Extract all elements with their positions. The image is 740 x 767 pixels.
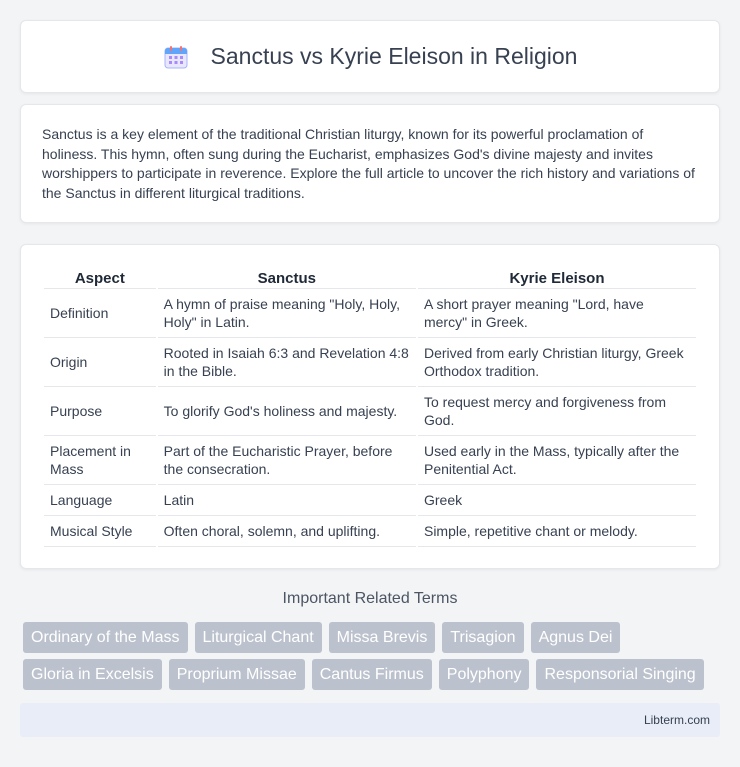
related-term-tag[interactable]: Polyphony (438, 659, 530, 690)
column-header-aspect: Aspect (44, 263, 156, 289)
table-cell: Purpose (44, 387, 156, 436)
table-cell: Derived from early Christian liturgy, Gr… (417, 338, 696, 387)
table-row: Purpose To glorify God's holiness and ma… (44, 387, 696, 436)
related-term-tag[interactable]: Liturgical Chant (194, 622, 322, 653)
table-cell: Latin (157, 485, 416, 516)
related-terms-title: Important Related Terms (282, 590, 458, 607)
table-cell: Language (44, 485, 156, 516)
related-term-tag[interactable]: Responsorial Singing (536, 659, 704, 690)
table-cell: To request mercy and forgiveness from Go… (417, 387, 696, 436)
related-term-tag[interactable]: Agnus Dei (530, 622, 621, 653)
table-row: Placement in Mass Part of the Eucharisti… (44, 436, 696, 485)
related-term-tag[interactable]: Cantus Firmus (311, 659, 432, 690)
page-title: Sanctus vs Kyrie Eleison in Religion (210, 43, 578, 69)
footer: Libterm.com (20, 703, 720, 737)
intro-text: Sanctus is a key element of the traditio… (42, 126, 695, 201)
header-card: Sanctus vs Kyrie Eleison in Religion (20, 20, 720, 93)
table-cell: Part of the Eucharistic Prayer, before t… (157, 436, 416, 485)
footer-link[interactable]: Libterm.com (644, 713, 710, 727)
table-cell: Rooted in Isaiah 6:3 and Revelation 4:8 … (157, 338, 416, 387)
related-term-tag[interactable]: Gloria in Excelsis (23, 659, 162, 690)
table-row: Musical Style Often choral, solemn, and … (44, 516, 696, 547)
table-cell: Origin (44, 338, 156, 387)
table-cell: Musical Style (44, 516, 156, 547)
related-term-tag[interactable]: Missa Brevis (328, 622, 436, 653)
intro-card: Sanctus is a key element of the traditio… (20, 104, 720, 223)
comparison-card: Aspect Sanctus Kyrie Eleison Definition … (20, 244, 720, 569)
related-term-tag[interactable]: Trisagion (442, 622, 524, 653)
column-header-kyrie: Kyrie Eleison (417, 263, 696, 289)
table-cell: Often choral, solemn, and uplifting. (157, 516, 416, 547)
table-cell: Greek (417, 485, 696, 516)
table-cell: Used early in the Mass, typically after … (417, 436, 696, 485)
table-cell: Placement in Mass (44, 436, 156, 485)
table-row: Origin Rooted in Isaiah 6:3 and Revelati… (44, 338, 696, 387)
table-cell: Definition (44, 289, 156, 338)
table-row: Definition A hymn of praise meaning "Hol… (44, 289, 696, 338)
table-cell: To glorify God's holiness and majesty. (157, 387, 416, 436)
related-term-tag[interactable]: Ordinary of the Mass (23, 622, 188, 653)
table-cell: A short prayer meaning "Lord, have mercy… (417, 289, 696, 338)
related-terms: Ordinary of the Mass Liturgical Chant Mi… (23, 622, 723, 696)
column-header-sanctus: Sanctus (157, 263, 416, 289)
table-cell: Simple, repetitive chant or melody. (417, 516, 696, 547)
calendar-icon (163, 44, 189, 70)
table-cell: A hymn of praise meaning "Holy, Holy, Ho… (157, 289, 416, 338)
table-row: Language Latin Greek (44, 485, 696, 516)
related-term-tag[interactable]: Proprium Missae (168, 659, 305, 690)
comparison-table: Aspect Sanctus Kyrie Eleison Definition … (42, 263, 698, 547)
